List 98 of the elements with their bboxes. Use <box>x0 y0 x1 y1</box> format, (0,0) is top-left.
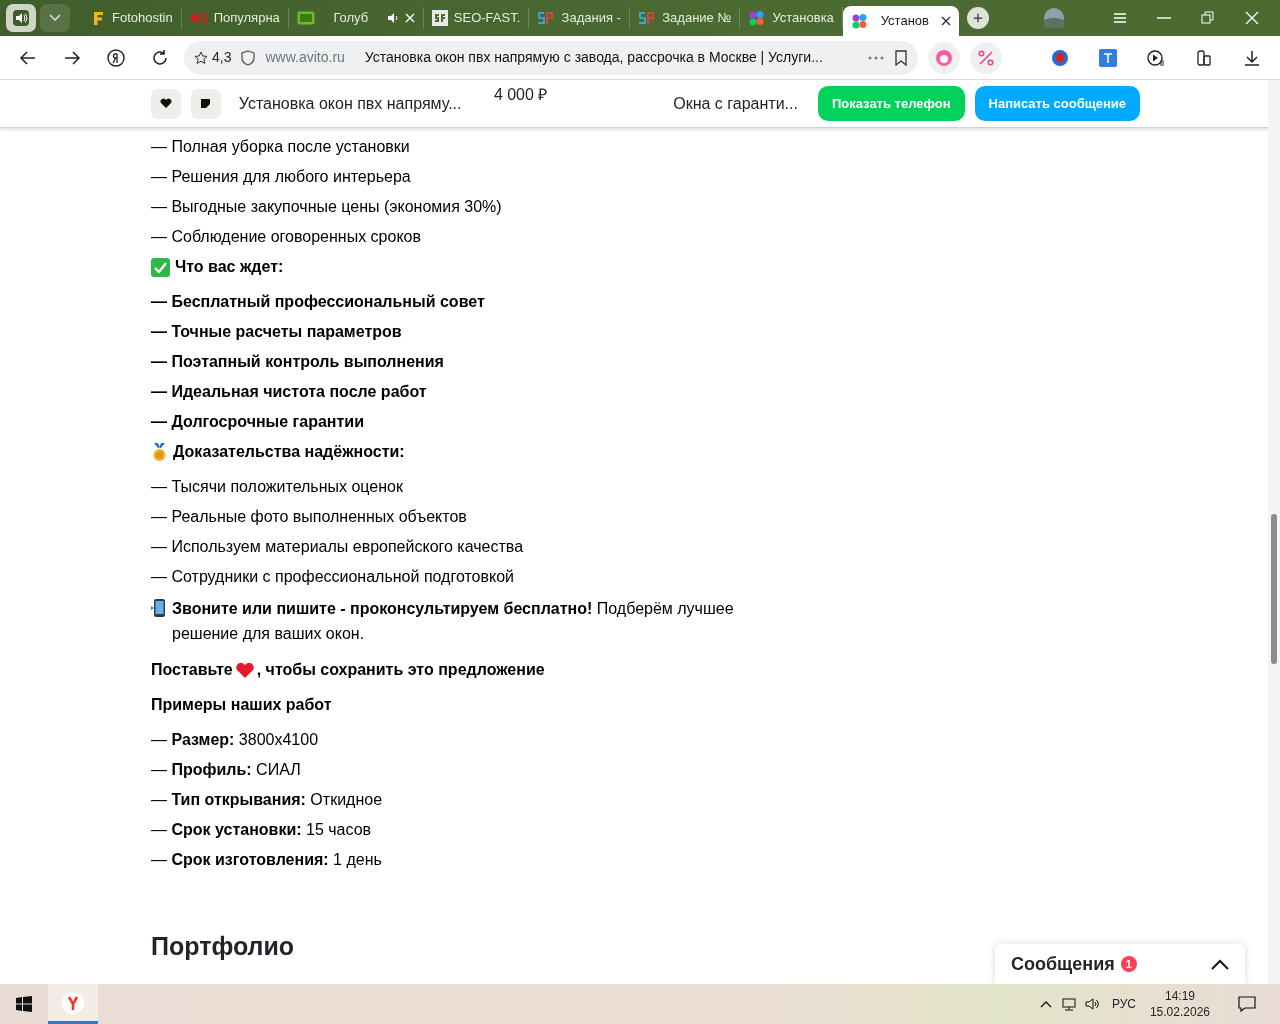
list-item: — Поэтапный контроль выполнения <box>151 352 445 372</box>
list-item: — Размер: 3800x4100 <box>151 730 320 750</box>
star-icon <box>194 50 208 65</box>
list-item: — Точные расчеты параметров <box>151 322 403 342</box>
browser-tab[interactable]: Установ <box>842 6 959 36</box>
speaker-icon <box>12 9 30 27</box>
alice-button[interactable] <box>928 41 960 74</box>
new-tab-button[interactable] <box>966 7 989 29</box>
extensions-icon <box>1195 48 1213 67</box>
scrollbar-thumb[interactable] <box>1271 514 1277 664</box>
list-item: — Срок установки: 15 часов <box>151 820 373 840</box>
scrollbar[interactable] <box>1268 80 1280 984</box>
section-heading: Доказательства надёжности: <box>173 442 405 462</box>
browser-tab[interactable]: Задания - <box>529 7 631 29</box>
download-icon <box>1243 48 1261 67</box>
list-item: — Идеальная чистота после работ <box>151 382 428 402</box>
list-item: — Профиль: СИАЛ <box>151 760 302 780</box>
list-item: — Полная уборка после установки <box>151 137 411 157</box>
windows-icon <box>16 996 32 1012</box>
list-item: — Используем материалы европейского качества <box>151 537 525 557</box>
paragraph: , чтобы сохранить это предложение <box>256 660 545 680</box>
minimize-icon <box>1157 17 1171 19</box>
speaker-icon <box>189 10 208 26</box>
favorite-button[interactable] <box>151 88 181 119</box>
play-icon <box>1147 48 1165 67</box>
globe-shield-icon <box>1051 48 1069 67</box>
y-logo-icon <box>62 991 84 1014</box>
translate-icon <box>1099 48 1117 67</box>
list-item: — Тип открывания: Откидное <box>151 790 384 810</box>
network-icon[interactable] <box>1061 997 1076 1011</box>
rating-text: 4,3 <box>212 48 232 67</box>
browser-tab[interactable]: Популярна <box>181 7 289 29</box>
listing-title: Установка окон пвх напряму... <box>238 93 463 114</box>
close-icon[interactable] <box>940 16 951 26</box>
chevron-down-icon <box>49 14 61 22</box>
paragraph: Звоните или пишите - проконсультируем бесплатно! Подберём лучшее решение для ваших окон. <box>172 599 735 644</box>
more-icon[interactable] <box>868 55 884 60</box>
note-icon <box>200 98 212 109</box>
clock-time[interactable]: 14:19 <box>1164 988 1195 1004</box>
list-item: — Тысячи положительных оценок <box>151 477 404 497</box>
sp-logo-icon <box>638 10 657 26</box>
heart-icon <box>159 98 172 109</box>
browser-tab[interactable]: Fotohostin <box>82 7 182 29</box>
list-item: — Соблюдение оговоренных сроков <box>151 227 422 247</box>
note-button[interactable] <box>190 88 221 119</box>
unread-count: 1 <box>1120 956 1137 972</box>
phone-icon <box>151 598 167 618</box>
speaker-icon <box>386 12 399 24</box>
restore-icon <box>1200 10 1216 26</box>
sf-logo-icon <box>431 10 448 26</box>
paragraph: Поставьте <box>151 660 233 680</box>
section-title: Портфолио <box>151 931 296 961</box>
menu-icon <box>1112 10 1128 26</box>
list-item: — Бесплатный профессиональный совет <box>151 292 486 312</box>
address-bar[interactable]: 4,3 www.avito.ru Установка окон пвх напрямую с завода, рассрочка в Москве | Услуги... <box>184 40 918 75</box>
list-item: — Выгодные закупочные цены (экономия 30%) <box>151 197 503 217</box>
page-title: Установка окон пвх напрямую с завода, рассрочка в Москве | Услуги... <box>364 48 824 67</box>
avatar-icon <box>1044 8 1064 28</box>
list-item: — Сотрудники с профессиональной подготовкой <box>151 567 516 587</box>
list-item: — Решения для любого интерьера <box>151 167 412 187</box>
section-heading: Примеры наших работ <box>151 695 332 715</box>
volume-icon[interactable] <box>1084 997 1099 1011</box>
back-arrow-icon <box>19 48 37 67</box>
medal-icon <box>151 442 168 462</box>
browser-tab[interactable]: Голуб <box>288 7 424 29</box>
percent-button[interactable] <box>970 41 1002 74</box>
list-item: — Реальные фото выполненных объектов <box>151 507 468 527</box>
clock-date[interactable]: 15.02.2026 <box>1149 1004 1210 1020</box>
messages-label: Сообщения <box>1011 952 1115 976</box>
sidebar-button[interactable] <box>6 4 36 32</box>
messages-panel[interactable]: Сообщения 1 <box>995 944 1245 984</box>
alice-icon <box>935 48 953 67</box>
colored-dots-icon <box>850 13 869 29</box>
heart-icon <box>234 661 255 679</box>
plus-icon <box>972 12 983 24</box>
yandex-circle-icon <box>107 48 125 67</box>
notification-icon[interactable] <box>1238 996 1256 1012</box>
browser-tab[interactable]: Задание № <box>630 7 741 29</box>
reload-icon <box>151 48 169 67</box>
browser-taskbar-button[interactable] <box>48 984 98 1024</box>
price-text: 4 000 ₽ <box>493 85 549 105</box>
forward-arrow-icon <box>63 48 81 67</box>
close-icon <box>1244 10 1260 26</box>
percent-icon <box>977 48 995 67</box>
list-item: — Долгосрочные гарантии <box>151 412 365 432</box>
chevron-up-icon[interactable] <box>1211 958 1229 970</box>
hd-icon <box>296 11 315 25</box>
section-heading: Что вас ждет: <box>175 257 284 277</box>
language-indicator[interactable]: РУС <box>1111 995 1136 1013</box>
browser-tab[interactable]: SEO-FAST. <box>423 7 530 29</box>
list-item: — Срок изготовления: 1 день <box>151 850 383 870</box>
shield-icon <box>241 49 256 66</box>
sp-logo-icon <box>537 10 556 26</box>
domain-text: www.avito.ru <box>265 48 345 67</box>
bookmark-icon[interactable] <box>894 49 908 66</box>
seller-name: Окна с гаранти... <box>673 93 798 114</box>
check-icon <box>151 257 170 277</box>
browser-tab[interactable]: Установка <box>740 7 843 29</box>
